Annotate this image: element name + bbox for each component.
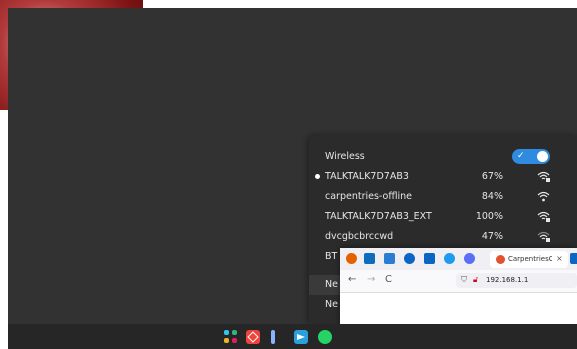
network-ssid: dvcgbcbrccwd (325, 231, 394, 242)
wireless-toggle[interactable]: ✓ (512, 149, 550, 164)
network-ssid: carpentries-offline (325, 191, 413, 202)
reload-button[interactable]: C (385, 274, 392, 285)
tab-bar: CarpentriesOf × (340, 248, 577, 270)
shield-icon: ⛉ (461, 275, 467, 284)
network-ssid: TALKTALK7D7AB3 (325, 171, 409, 182)
menu-item-label: Ne (325, 299, 338, 310)
firefox-icon[interactable] (346, 253, 357, 264)
navigation-bar: ← → C ⛉ 🔓︎ 192.168.1.1 (340, 270, 577, 293)
network-row[interactable]: carpentries-offline 84% (309, 187, 577, 207)
docs-icon[interactable] (384, 253, 395, 264)
background-strip (143, 0, 577, 8)
info-icon[interactable] (271, 330, 275, 344)
linkedin-icon[interactable] (424, 253, 435, 264)
network-signal: 100% (475, 211, 503, 222)
slack-icon[interactable] (224, 330, 238, 344)
network-signal: 84% (481, 191, 503, 202)
wifi-icon (537, 191, 550, 202)
insecure-lock-icon: 🔓︎ (473, 275, 479, 284)
tab-carpentries[interactable]: CarpentriesOf × (490, 251, 568, 268)
forward-button[interactable]: → (367, 274, 375, 285)
network-row[interactable]: TALKTALK7D7AB3 67% (309, 167, 577, 187)
connected-indicator (315, 174, 320, 179)
network-signal: 67% (481, 171, 503, 182)
next-tab-icon[interactable] (570, 253, 577, 264)
anydesk-icon[interactable] (246, 330, 260, 344)
outlook-icon[interactable] (364, 253, 375, 264)
network-ssid: TALKTALK7D7AB3_EXT (325, 211, 432, 222)
url-text: 192.168.1.1 (486, 276, 529, 284)
wifi-secure-icon (537, 171, 550, 182)
wifi-secure-icon (537, 211, 550, 222)
network-ssid: BT (325, 251, 338, 262)
check-icon: ✓ (517, 151, 525, 161)
toggle-knob (537, 151, 548, 162)
network-row[interactable]: dvcgbcbrccwd 47% (309, 227, 577, 247)
telegram-icon[interactable] (294, 330, 308, 344)
address-bar[interactable]: ⛉ 🔓︎ 192.168.1.1 (456, 273, 577, 288)
menu-item-label: Ne (325, 279, 338, 290)
tab-favicon-icon (496, 255, 505, 264)
cloud-icon[interactable] (404, 253, 415, 264)
tab-title: CarpentriesOf (508, 255, 552, 263)
wireless-title: Wireless (325, 151, 365, 162)
network-signal: 47% (481, 231, 503, 242)
back-button[interactable]: ← (348, 274, 356, 285)
whatsapp-icon[interactable] (318, 330, 332, 344)
wifi-weak-secure-icon (537, 231, 550, 242)
taskbar (8, 324, 577, 349)
settings-icon[interactable] (464, 253, 475, 264)
twitter-icon[interactable] (444, 253, 455, 264)
network-row[interactable]: TALKTALK7D7AB3_EXT 100% (309, 207, 577, 227)
close-tab-icon[interactable]: × (556, 254, 563, 263)
